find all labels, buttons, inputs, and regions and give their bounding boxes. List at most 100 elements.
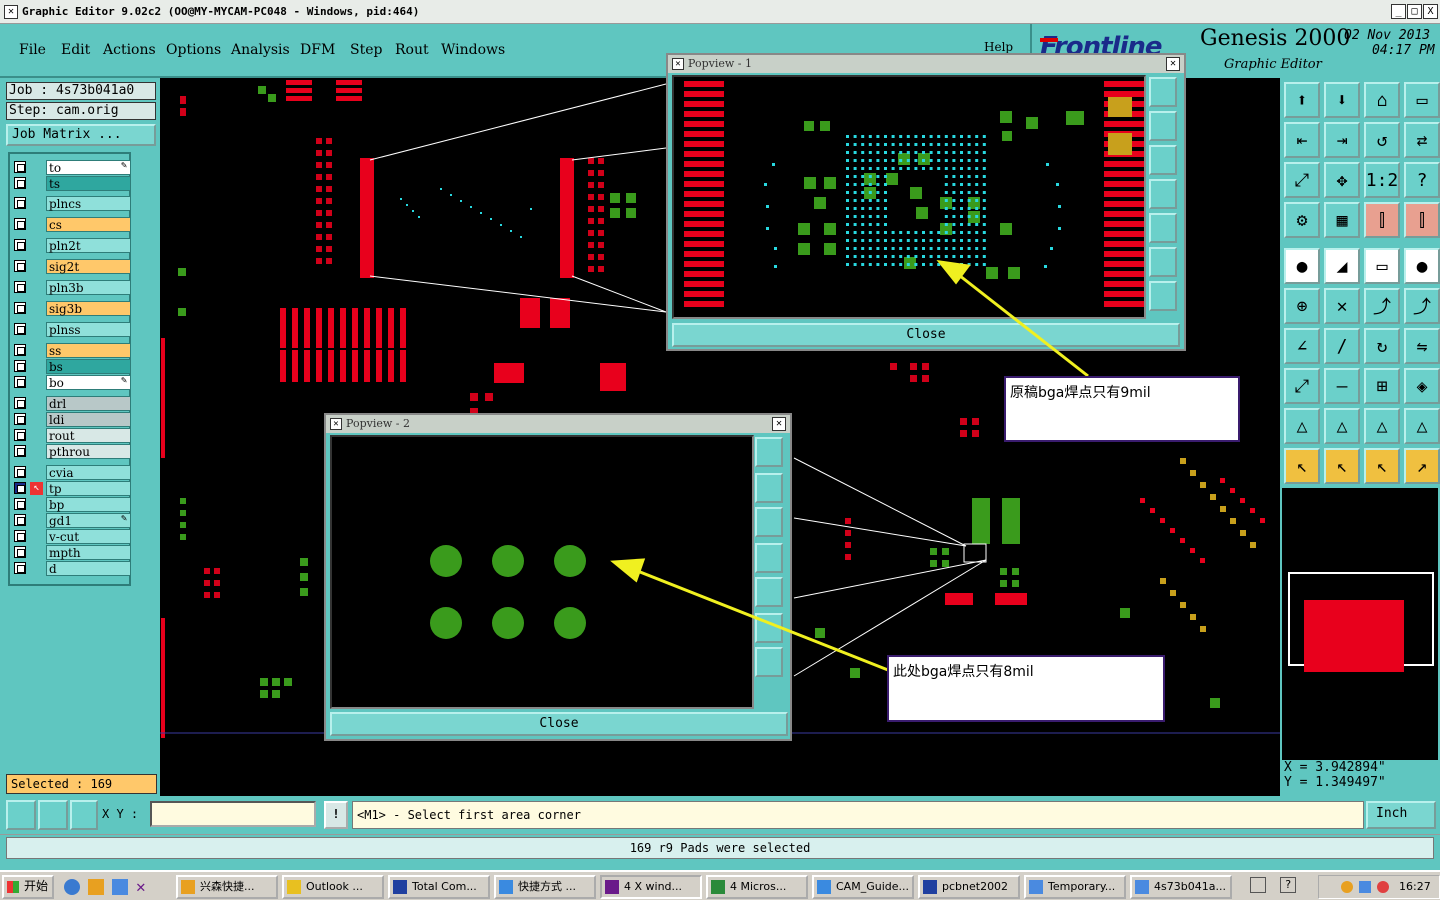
- popview-2-canvas[interactable]: [330, 435, 754, 709]
- menu-actions[interactable]: Actions: [103, 42, 156, 58]
- grid-icon[interactable]: [70, 800, 98, 830]
- pv1-pan-left-icon[interactable]: [1149, 179, 1177, 209]
- layer-checkbox[interactable]: [14, 161, 26, 173]
- layer-row-sig2t[interactable]: sig2t: [14, 259, 131, 274]
- pv2-pan-up-icon[interactable]: [755, 473, 783, 503]
- popview-1-close-button[interactable]: Close: [672, 323, 1180, 347]
- taskbar-item[interactable]: 4 Micros...: [706, 875, 808, 899]
- line-icon[interactable]: ◢: [1324, 248, 1360, 284]
- layer-checkbox[interactable]: [14, 397, 26, 409]
- pv2-pan-left-icon[interactable]: [755, 543, 783, 573]
- layer-checkbox[interactable]: [14, 376, 26, 388]
- xwin-quick-icon[interactable]: ✕: [136, 877, 146, 896]
- grid-toggle-icon[interactable]: ▦: [1324, 202, 1360, 238]
- scale-icon[interactable]: 1:2: [1364, 162, 1400, 198]
- popview-1-canvas[interactable]: [672, 75, 1146, 319]
- layer-row-plncs[interactable]: plncs: [14, 196, 131, 211]
- pv2-zoom-in-icon[interactable]: [755, 613, 783, 643]
- layer-checkbox[interactable]: [14, 546, 26, 558]
- taskbar-item[interactable]: 快捷方式 ...: [494, 875, 596, 899]
- layer-name[interactable]: ss: [46, 343, 131, 358]
- layer-name[interactable]: pln2t: [46, 238, 131, 253]
- layer-name[interactable]: bs: [46, 359, 131, 374]
- slash-icon[interactable]: /: [1324, 328, 1360, 364]
- layer-name[interactable]: drl: [46, 396, 131, 411]
- layer-checkbox[interactable]: [14, 177, 26, 189]
- triangle-3-icon[interactable]: △: [1364, 408, 1400, 444]
- explorer-quick-icon[interactable]: [112, 879, 128, 895]
- ruler-icon[interactable]: ▭: [1364, 248, 1400, 284]
- taskbar-item[interactable]: CAM_Guide...: [812, 875, 914, 899]
- select-3-icon[interactable]: ↖: [1364, 448, 1400, 484]
- measure-icon[interactable]: [38, 800, 68, 830]
- layer-checkbox[interactable]: [14, 429, 26, 441]
- layer-name[interactable]: ldi: [46, 412, 131, 427]
- home-icon[interactable]: ⌂: [1364, 82, 1400, 118]
- layer-name[interactable]: mpth: [46, 545, 131, 560]
- layer-row-bp[interactable]: bp: [14, 497, 131, 512]
- open-step-icon[interactable]: ⬆: [1284, 82, 1320, 118]
- layer-row-ts[interactable]: ts: [14, 176, 131, 191]
- triangle-2-icon[interactable]: △: [1324, 408, 1360, 444]
- menu-analysis[interactable]: Analysis: [231, 42, 290, 58]
- menu-edit[interactable]: Edit: [61, 42, 90, 58]
- mirror-icon[interactable]: ⇋: [1404, 328, 1440, 364]
- minimize-button[interactable]: _: [1391, 4, 1406, 19]
- link-icon[interactable]: ⤴: [1364, 288, 1400, 324]
- layer-row-v-cut[interactable]: v-cut: [14, 529, 131, 544]
- ie-icon[interactable]: [64, 879, 80, 895]
- layer-name[interactable]: sig3b: [46, 301, 131, 316]
- layer-row-cvia[interactable]: cvia: [14, 465, 131, 480]
- layer-checkbox[interactable]: [14, 344, 26, 356]
- undo-icon[interactable]: ⇤: [1284, 122, 1320, 158]
- layer-name[interactable]: sig2t: [46, 259, 131, 274]
- layer-name[interactable]: ts: [46, 176, 131, 191]
- layer-row-gd1[interactable]: gd1 ✎: [14, 513, 131, 528]
- layer-name[interactable]: bo: [46, 375, 131, 390]
- help-tray-icon[interactable]: ?: [1280, 877, 1296, 893]
- taskbar-item[interactable]: pcbnet2002: [918, 875, 1020, 899]
- window-icon[interactable]: ▭: [1404, 82, 1440, 118]
- layer-name[interactable]: gd1: [46, 513, 131, 528]
- zoom-all-icon[interactable]: ✥: [1324, 162, 1360, 198]
- layer-row-mpth[interactable]: mpth: [14, 545, 131, 560]
- taskbar-item[interactable]: Temporary...: [1024, 875, 1126, 899]
- layer-row-plnss[interactable]: plnss: [14, 322, 131, 337]
- select-4-icon[interactable]: ↗: [1404, 448, 1440, 484]
- overview-panel[interactable]: [1282, 488, 1438, 760]
- layer-name[interactable]: to: [46, 160, 131, 175]
- layer-name[interactable]: pthrou: [46, 444, 131, 459]
- menu-rout[interactable]: Rout: [395, 42, 429, 58]
- pv1-pan-down-icon[interactable]: [1149, 145, 1177, 175]
- layer-checkbox[interactable]: [14, 281, 26, 293]
- outlook-quick-icon[interactable]: [88, 879, 104, 895]
- measure-icon[interactable]: ⊞: [1364, 368, 1400, 404]
- layer-name[interactable]: tp: [46, 481, 131, 496]
- layer-checkbox[interactable]: [14, 445, 26, 457]
- keyboard-icon[interactable]: [1250, 877, 1266, 893]
- redo-icon[interactable]: ⇥: [1324, 122, 1360, 158]
- pv2-pan-right-icon[interactable]: [755, 577, 783, 607]
- layer-checkbox[interactable]: [14, 514, 26, 526]
- layer-name[interactable]: plnss: [46, 322, 131, 337]
- popview-2-close-button[interactable]: Close: [330, 712, 788, 736]
- layer-row-bs[interactable]: bs: [14, 359, 131, 374]
- start-button[interactable]: 开始: [2, 875, 54, 899]
- app-icon[interactable]: ✕: [4, 5, 18, 19]
- layer-name[interactable]: cvia: [46, 465, 131, 480]
- snap-icon[interactable]: [6, 800, 36, 830]
- layer-row-ss[interactable]: ss: [14, 343, 131, 358]
- layer-row-drl[interactable]: drl: [14, 396, 131, 411]
- layer-name[interactable]: plncs: [46, 196, 131, 211]
- taskbar-item[interactable]: 4 X wind...: [600, 875, 702, 899]
- layer-checkbox[interactable]: [14, 360, 26, 372]
- tray-antivirus-icon[interactable]: [1377, 881, 1389, 893]
- popview-2-close-icon[interactable]: ✕: [772, 417, 786, 431]
- layer-checkbox[interactable]: [14, 413, 26, 425]
- layer-name[interactable]: pln3b: [46, 280, 131, 295]
- layer-name[interactable]: bp: [46, 497, 131, 512]
- taskbar-item[interactable]: Outlook ...: [282, 875, 384, 899]
- shapes-icon[interactable]: ◈: [1404, 368, 1440, 404]
- taskbar-item[interactable]: 兴森快捷...: [176, 875, 278, 899]
- select-2-icon[interactable]: ↖: [1324, 448, 1360, 484]
